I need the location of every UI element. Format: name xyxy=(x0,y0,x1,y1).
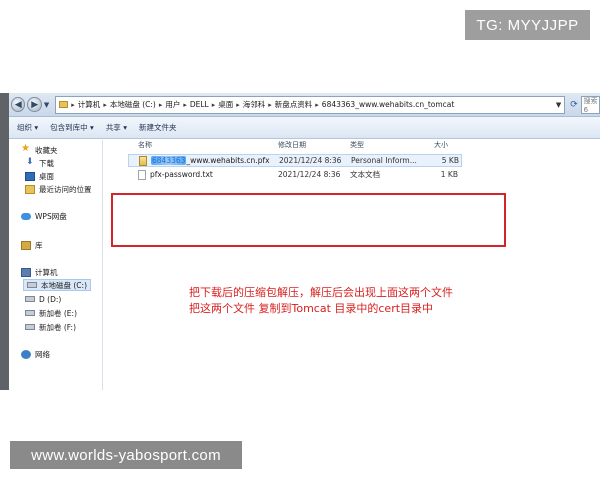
refresh-icon: ⟳ xyxy=(570,99,578,110)
site-watermark: www.worlds-yabosport.com xyxy=(10,441,242,469)
recent-places-icon xyxy=(25,184,35,194)
annotation-line-1: 把下载后的压缩包解压，解压后会出现上面这两个文件 xyxy=(189,286,453,299)
sidebar-item-label: 新加卷 (E:) xyxy=(39,308,78,318)
computer-icon xyxy=(21,267,31,277)
arrow-left-icon: ◀ xyxy=(14,99,22,110)
forward-button[interactable]: ▶ xyxy=(27,97,42,112)
column-name[interactable]: 名称 xyxy=(138,140,152,150)
sidebar-item-desktop[interactable]: 桌面 xyxy=(25,170,54,182)
search-input[interactable]: 搜索 6 xyxy=(580,95,600,114)
breadcrumb-current-folder[interactable]: 6843363_www.wehabits.cn_tomcat xyxy=(322,100,455,109)
sidebar-item-label: 本地磁盘 (C:) xyxy=(41,280,87,290)
sidebar-item-label: 下载 xyxy=(39,158,54,168)
hard-drive-icon xyxy=(27,282,37,288)
sidebar-item-label: 计算机 xyxy=(35,267,58,277)
new-folder-button[interactable]: 新建文件夹 xyxy=(139,122,177,133)
file-type: Personal Inform... xyxy=(351,156,417,165)
share-button[interactable]: 共享 ▾ xyxy=(106,122,127,133)
file-date: 2021/12/24 8:36 xyxy=(278,170,341,179)
sidebar-item-library[interactable]: 库 xyxy=(21,239,43,251)
sidebar-item-drive-d[interactable]: D (D:) xyxy=(25,293,61,305)
breadcrumb-dell[interactable]: DELL xyxy=(190,100,209,109)
sidebar-item-label: 新加卷 (F:) xyxy=(39,322,76,332)
sidebar-item-network[interactable]: 网络 xyxy=(21,348,50,360)
breadcrumb-hailinke[interactable]: 海邻科 xyxy=(243,99,266,110)
network-icon xyxy=(21,349,31,359)
library-icon xyxy=(21,240,31,250)
file-size: 5 KB xyxy=(441,156,459,165)
file-row-txt[interactable]: pfx-password.txt 2021/12/24 8:36 文本文档 1 … xyxy=(128,168,462,181)
file-name: _www.wehabits.cn.pfx xyxy=(186,156,270,165)
file-row-pfx[interactable]: 6843363 _www.wehabits.cn.pfx 2021/12/24 … xyxy=(128,154,462,167)
refresh-button[interactable]: ⟳ xyxy=(567,100,580,110)
chevron-right-icon[interactable]: ▸ xyxy=(212,101,216,109)
sidebar-item-label: D (D:) xyxy=(39,294,62,304)
sidebar-item-wps[interactable]: WPS网盘 xyxy=(21,210,67,222)
sidebar-item-label: 最近访问的位置 xyxy=(39,184,92,194)
breadcrumb-users[interactable]: 用户 xyxy=(165,99,180,110)
star-icon xyxy=(21,143,31,155)
sidebar-item-downloads[interactable]: 下载 xyxy=(25,157,54,169)
file-name: pfx-password.txt xyxy=(150,170,213,179)
download-icon xyxy=(25,157,35,168)
column-type[interactable]: 类型 xyxy=(350,140,364,150)
path-input[interactable]: ▸ 计算机 ▸ 本地磁盘 (C:) ▸ 用户 ▸ DELL ▸ 桌面 ▸ 海邻科… xyxy=(55,95,566,114)
folder-icon xyxy=(59,101,69,108)
back-button[interactable]: ◀ xyxy=(11,97,26,112)
organize-button[interactable]: 组织 ▾ xyxy=(17,122,38,133)
chevron-right-icon[interactable]: ▸ xyxy=(268,101,272,109)
navigation-pane: 收藏夹 下载 桌面 最近访问的位置 WPS网盘 库 xyxy=(9,140,103,390)
chevron-right-icon[interactable]: ▸ xyxy=(183,101,187,109)
chevron-right-icon[interactable]: ▸ xyxy=(71,101,75,109)
sidebar-item-computer[interactable]: 计算机 xyxy=(21,266,58,278)
breadcrumb-computer[interactable]: 计算机 xyxy=(78,99,101,110)
breadcrumb-inventory[interactable]: 新盘点资料 xyxy=(275,99,313,110)
sidebar-item-label: 库 xyxy=(35,240,43,250)
chevron-right-icon[interactable]: ▸ xyxy=(103,101,107,109)
file-type: 文本文档 xyxy=(350,170,380,179)
breadcrumb-desktop[interactable]: 桌面 xyxy=(218,99,233,110)
sidebar-item-drive-e[interactable]: 新加卷 (E:) xyxy=(25,307,77,319)
column-date[interactable]: 修改日期 xyxy=(278,140,306,150)
file-date: 2021/12/24 8:36 xyxy=(279,156,342,165)
breadcrumb-drive-c[interactable]: 本地磁盘 (C:) xyxy=(110,99,156,110)
column-headers: 名称 修改日期 类型 大小 xyxy=(104,140,600,150)
redacted-text: 6843363 xyxy=(151,156,187,165)
desktop-icon xyxy=(25,171,35,181)
sidebar-item-drive-f[interactable]: 新加卷 (F:) xyxy=(25,321,76,333)
hard-drive-icon xyxy=(25,296,35,302)
column-size[interactable]: 大小 xyxy=(434,140,448,150)
chevron-right-icon[interactable]: ▸ xyxy=(159,101,163,109)
screenshot-page: TG: MYYJJPP ◀ ▶ ▼ ▸ 计算机 ▸ 本地磁盘 (C:) ▸ 用户… xyxy=(0,0,600,480)
sidebar-item-recent[interactable]: 最近访问的位置 xyxy=(25,183,92,195)
arrow-right-icon: ▶ xyxy=(31,99,39,110)
text-file-icon xyxy=(138,169,146,180)
sidebar-item-favorites[interactable]: 收藏夹 xyxy=(21,143,58,156)
sidebar-item-label: 桌面 xyxy=(39,171,54,181)
cloud-icon xyxy=(21,212,31,220)
sidebar-item-label: 收藏夹 xyxy=(35,145,58,155)
sidebar-item-label: WPS网盘 xyxy=(35,211,67,221)
tg-badge: TG: MYYJJPP xyxy=(465,10,590,40)
highlight-box xyxy=(111,193,506,247)
file-list: 名称 修改日期 类型 大小 6843363 _www.wehabits.cn.p… xyxy=(104,140,600,390)
history-dropdown-icon[interactable]: ▼ xyxy=(44,101,49,109)
chevron-right-icon[interactable]: ▸ xyxy=(315,101,319,109)
sidebar-item-drive-c[interactable]: 本地磁盘 (C:) xyxy=(23,279,91,291)
include-in-library-button[interactable]: 包含到库中 ▾ xyxy=(50,122,94,133)
annotation-text: 把下载后的压缩包解压，解压后会出现上面这两个文件 把这两个文件 复制到Tomca… xyxy=(189,285,453,317)
hard-drive-icon xyxy=(25,310,35,316)
hard-drive-icon xyxy=(25,324,35,330)
path-dropdown-icon[interactable]: ▼ xyxy=(556,101,561,109)
explorer-window: ◀ ▶ ▼ ▸ 计算机 ▸ 本地磁盘 (C:) ▸ 用户 ▸ DELL ▸ 桌面… xyxy=(0,93,600,390)
sidebar-item-label: 网络 xyxy=(35,349,50,359)
file-size: 1 KB xyxy=(440,170,458,179)
certificate-file-icon xyxy=(139,155,147,166)
chevron-right-icon[interactable]: ▸ xyxy=(236,101,240,109)
address-bar: ◀ ▶ ▼ ▸ 计算机 ▸ 本地磁盘 (C:) ▸ 用户 ▸ DELL ▸ 桌面… xyxy=(9,93,600,117)
command-bar: 组织 ▾ 包含到库中 ▾ 共享 ▾ 新建文件夹 xyxy=(9,117,600,139)
annotation-line-2: 把这两个文件 复制到Tomcat 目录中的cert目录中 xyxy=(189,302,434,315)
